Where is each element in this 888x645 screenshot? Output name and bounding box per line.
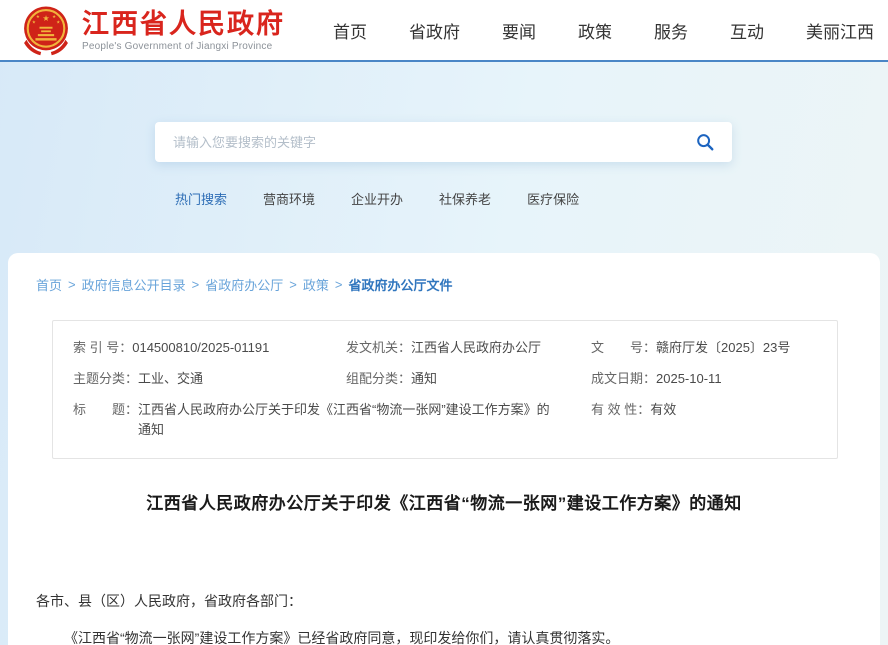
meta-document-title-label: 标 题： — [73, 400, 138, 440]
hot-search-item-social-security[interactable]: 社保养老 — [439, 189, 491, 208]
search-wrap — [155, 122, 732, 162]
breadcrumb: 首页 > 政府信息公开目录 > 省政府办公厅 > 政策 > 省政府办公厅文件 — [8, 275, 880, 294]
meta-issue-date-label: 成文日期： — [591, 369, 656, 389]
meta-issue-date: 成文日期： 2025-10-11 — [591, 369, 817, 389]
meta-document-title-value: 江西省人民政府办公厅关于印发《江西省“物流一张网”建设工作方案》的通知 — [138, 400, 555, 440]
nav-item-interaction[interactable]: 互动 — [730, 18, 764, 43]
meta-document-number-label: 文 号： — [591, 338, 656, 358]
meta-index-number-label: 索 引 号： — [73, 338, 132, 358]
article-salutation: 各市、县（区）人民政府，省政府各部门： — [36, 590, 852, 612]
meta-issuing-agency-label: 发文机关： — [346, 338, 411, 358]
document-meta-grid: 索 引 号： 014500810/2025-01191 发文机关： 江西省人民政… — [73, 338, 817, 440]
meta-validity-label: 有 效 性： — [591, 400, 650, 440]
meta-validity: 有 效 性： 有效 — [591, 400, 817, 440]
meta-group-category-label: 组配分类： — [346, 369, 411, 389]
search-input[interactable] — [173, 135, 692, 150]
hot-search-item-business-environment[interactable]: 营商环境 — [263, 189, 315, 208]
breadcrumb-general-office[interactable]: 省政府办公厅 — [205, 275, 283, 294]
meta-validity-value: 有效 — [650, 400, 676, 440]
breadcrumb-separator: > — [335, 277, 343, 292]
nav-item-beautiful-jiangxi[interactable]: 美丽江西 — [806, 18, 874, 43]
search-icon — [695, 132, 715, 152]
svg-text:★: ★ — [56, 20, 60, 25]
hot-search-item-company-registration[interactable]: 企业开办 — [351, 189, 403, 208]
breadcrumb-current-page: 省政府办公厅文件 — [348, 275, 452, 294]
main-nav: 首页 省政府 要闻 政策 服务 互动 美丽江西 — [333, 18, 880, 43]
site-title: 江西省人民政府 — [82, 9, 285, 39]
hot-search-row: 热门搜索 营商环境 企业开办 社保养老 医疗保险 — [175, 189, 888, 208]
nav-item-home[interactable]: 首页 — [333, 18, 367, 43]
breadcrumb-policy[interactable]: 政策 — [303, 275, 329, 294]
article-paragraph: 《江西省“物流一张网”建设工作方案》已经省政府同意，现印发给你们，请认真贯彻落实… — [36, 627, 852, 645]
meta-document-number-value: 赣府厅发〔2025〕23号 — [656, 338, 790, 358]
document-meta-box: 索 引 号： 014500810/2025-01191 发文机关： 江西省人民政… — [52, 320, 838, 459]
nav-item-policy[interactable]: 政策 — [578, 18, 612, 43]
article-body: 各市、县（区）人民政府，省政府各部门： 《江西省“物流一张网”建设工作方案》已经… — [8, 590, 880, 645]
hot-search-item-medical-insurance[interactable]: 医疗保险 — [527, 189, 579, 208]
nav-item-news[interactable]: 要闻 — [502, 18, 536, 43]
meta-group-category-value: 通知 — [411, 369, 437, 389]
search-button[interactable] — [692, 129, 718, 155]
meta-document-number: 文 号： 赣府厅发〔2025〕23号 — [591, 338, 817, 358]
search-box — [155, 122, 732, 162]
svg-text:★: ★ — [52, 14, 56, 19]
breadcrumb-separator: > — [192, 277, 200, 292]
meta-topic-category-value: 工业、交通 — [138, 369, 203, 389]
meta-issuing-agency: 发文机关： 江西省人民政府办公厅 — [346, 338, 591, 358]
article-title: 江西省人民政府办公厅关于印发《江西省“物流一张网”建设工作方案》的通知 — [8, 489, 880, 514]
meta-group-category: 组配分类： 通知 — [346, 369, 591, 389]
meta-document-title: 标 题： 江西省人民政府办公厅关于印发《江西省“物流一张网”建设工作方案》的通知 — [73, 400, 591, 440]
svg-text:★: ★ — [42, 14, 49, 23]
svg-text:★: ★ — [36, 14, 40, 19]
site-logo[interactable]: ★ ★ ★ ★ ★ 江西省人民政府 People's Government of… — [20, 4, 285, 56]
meta-topic-category: 主题分类： 工业、交通 — [73, 369, 346, 389]
site-header: ★ ★ ★ ★ ★ 江西省人民政府 People's Government of… — [0, 0, 888, 62]
national-emblem-icon: ★ ★ ★ ★ ★ — [20, 4, 72, 56]
hero-search-section: 热门搜索 营商环境 企业开办 社保养老 医疗保险 — [0, 62, 888, 253]
meta-issuing-agency-value: 江西省人民政府办公厅 — [411, 338, 541, 358]
meta-topic-category-label: 主题分类： — [73, 369, 138, 389]
meta-index-number: 索 引 号： 014500810/2025-01191 — [73, 338, 346, 358]
breadcrumb-home[interactable]: 首页 — [36, 275, 62, 294]
svg-text:★: ★ — [32, 20, 36, 25]
content-card: 首页 > 政府信息公开目录 > 省政府办公厅 > 政策 > 省政府办公厅文件 索… — [8, 253, 880, 645]
nav-item-provincial-government[interactable]: 省政府 — [409, 18, 460, 43]
breadcrumb-separator: > — [68, 277, 76, 292]
breadcrumb-gov-info-directory[interactable]: 政府信息公开目录 — [82, 275, 186, 294]
nav-item-services[interactable]: 服务 — [654, 18, 688, 43]
hot-search-label: 热门搜索 — [175, 189, 227, 208]
meta-issue-date-value: 2025-10-11 — [656, 369, 722, 389]
site-subtitle: People's Government of Jiangxi Province — [82, 41, 285, 52]
brand-text: 江西省人民政府 People's Government of Jiangxi P… — [82, 9, 285, 52]
meta-index-number-value: 014500810/2025-01191 — [132, 338, 269, 358]
breadcrumb-separator: > — [289, 277, 297, 292]
